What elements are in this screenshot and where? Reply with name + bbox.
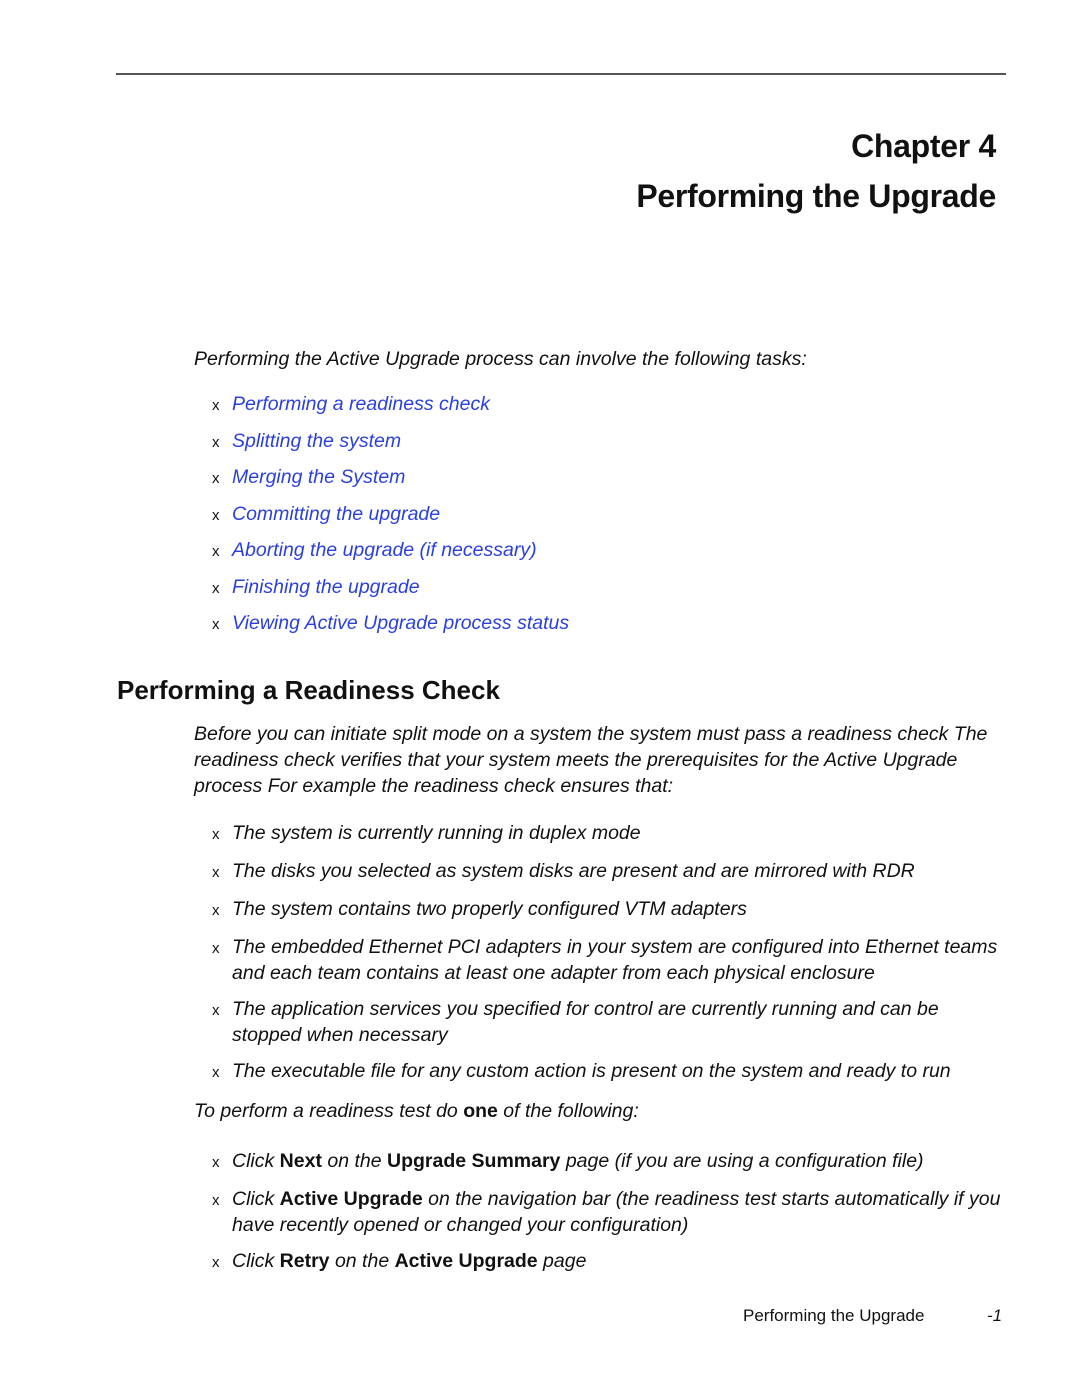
- text: Click: [232, 1188, 280, 1210]
- bullet-icon: x: [212, 506, 220, 524]
- page-footer: Performing the Upgrade -1: [743, 1306, 1002, 1326]
- bullet-icon: x: [212, 397, 220, 414]
- check-text: The executable file for any custom actio…: [232, 1060, 951, 1082]
- text: on the: [329, 1250, 395, 1272]
- bullet-icon: x: [212, 1192, 220, 1209]
- ui-term: Retry: [279, 1250, 330, 1272]
- check-text: The system contains two properly configu…: [232, 898, 747, 920]
- intro-text: Performing the Active Upgrade process ca…: [194, 348, 807, 370]
- lead-text: of the following:: [497, 1100, 639, 1122]
- option-text: Click Retry on the Active Upgrade page: [232, 1248, 1012, 1274]
- task-link[interactable]: Finishing the upgrade: [232, 576, 420, 599]
- task-link[interactable]: Merging the System: [232, 466, 405, 489]
- list-item: x Finishing the upgrade: [212, 576, 569, 613]
- list-item: x Click Retry on the Active Upgrade page: [212, 1248, 1012, 1276]
- list-item: x Aborting the upgrade (if necessary): [212, 539, 569, 576]
- text: on the: [321, 1150, 388, 1172]
- ui-term: Upgrade Summary: [387, 1150, 561, 1172]
- task-link[interactable]: Performing a readiness check: [232, 393, 490, 416]
- check-text: The disks you selected as system disks a…: [232, 860, 915, 882]
- bullet-icon: x: [212, 1002, 220, 1019]
- task-link[interactable]: Splitting the system: [232, 430, 401, 453]
- chapter-title: Performing the Upgrade: [636, 178, 996, 214]
- bullet-icon: x: [212, 579, 220, 597]
- lead-text: To perform a readiness test do: [194, 1100, 464, 1122]
- bullet-icon: x: [212, 1064, 220, 1081]
- list-item: x Viewing Active Upgrade process status: [212, 612, 569, 649]
- list-item: x The system contains two properly config…: [212, 896, 1012, 924]
- list-item: x The embedded Ethernet PCI adapters in y…: [212, 934, 1012, 986]
- readiness-check-list: x The system is currently running in dupl…: [212, 820, 1012, 1096]
- bullet-icon: x: [212, 1254, 220, 1271]
- list-item: x The executable file for any custom acti…: [212, 1058, 1012, 1086]
- bullet-icon: x: [212, 616, 220, 633]
- bullet-icon: x: [212, 433, 220, 451]
- list-item: x Performing a readiness check: [212, 393, 569, 430]
- task-link[interactable]: Viewing Active Upgrade process status: [232, 612, 569, 635]
- section-paragraph: Before you can initiate split mode on a …: [194, 723, 988, 797]
- ui-term: Next: [279, 1150, 322, 1172]
- text: Click: [232, 1150, 280, 1172]
- lead-emphasis: one: [463, 1100, 498, 1122]
- bullet-icon: x: [212, 470, 220, 487]
- bullet-icon: x: [212, 826, 220, 843]
- text: Click: [232, 1250, 280, 1272]
- list-item: x Click Active Upgrade on the navigation …: [212, 1186, 1012, 1238]
- bullet-icon: x: [212, 902, 220, 919]
- bullet-icon: x: [212, 940, 220, 957]
- chapter-label: Chapter 4: [851, 128, 996, 164]
- procedure-lead: To perform a readiness test do one of th…: [194, 1100, 639, 1123]
- check-text: The embedded Ethernet PCI adapters in yo…: [232, 936, 998, 984]
- section-heading: Performing a Readiness Check: [117, 675, 500, 705]
- list-item: x The disks you selected as system disks …: [212, 858, 1012, 886]
- list-item: x The system is currently running in dupl…: [212, 820, 1012, 848]
- task-link-list: x Performing a readiness check x Splitting…: [212, 393, 569, 649]
- list-item: x Click Next on the Upgrade Summary page …: [212, 1148, 1012, 1176]
- bullet-icon: x: [212, 543, 220, 560]
- ui-term: Active Upgrade: [279, 1188, 423, 1210]
- option-text: Click Next on the Upgrade Summary page (…: [232, 1148, 1012, 1174]
- page-number: -1: [987, 1306, 1003, 1325]
- ui-term: Active Upgrade: [394, 1250, 538, 1272]
- list-item: x The application services you specified …: [212, 996, 1012, 1048]
- check-text: The application services you specified f…: [232, 998, 939, 1046]
- task-link[interactable]: Aborting the upgrade (if necessary): [232, 539, 537, 562]
- check-text: The system is currently running in duple…: [232, 822, 641, 844]
- bullet-icon: x: [212, 1154, 220, 1171]
- list-item: x Committing the upgrade: [212, 503, 569, 540]
- footer-title: Performing the Upgrade: [743, 1306, 925, 1325]
- text: page (if you are using a configuration f…: [560, 1150, 924, 1172]
- procedure-options-list: x Click Next on the Upgrade Summary page …: [212, 1148, 1012, 1286]
- bullet-icon: x: [212, 864, 220, 881]
- list-item: x Splitting the system: [212, 430, 569, 467]
- task-link[interactable]: Committing the upgrade: [232, 503, 440, 526]
- option-text: Click Active Upgrade on the navigation b…: [232, 1186, 1012, 1238]
- text: page: [537, 1250, 587, 1272]
- list-item: x Merging the System: [212, 466, 569, 503]
- header-rule: [116, 73, 1006, 75]
